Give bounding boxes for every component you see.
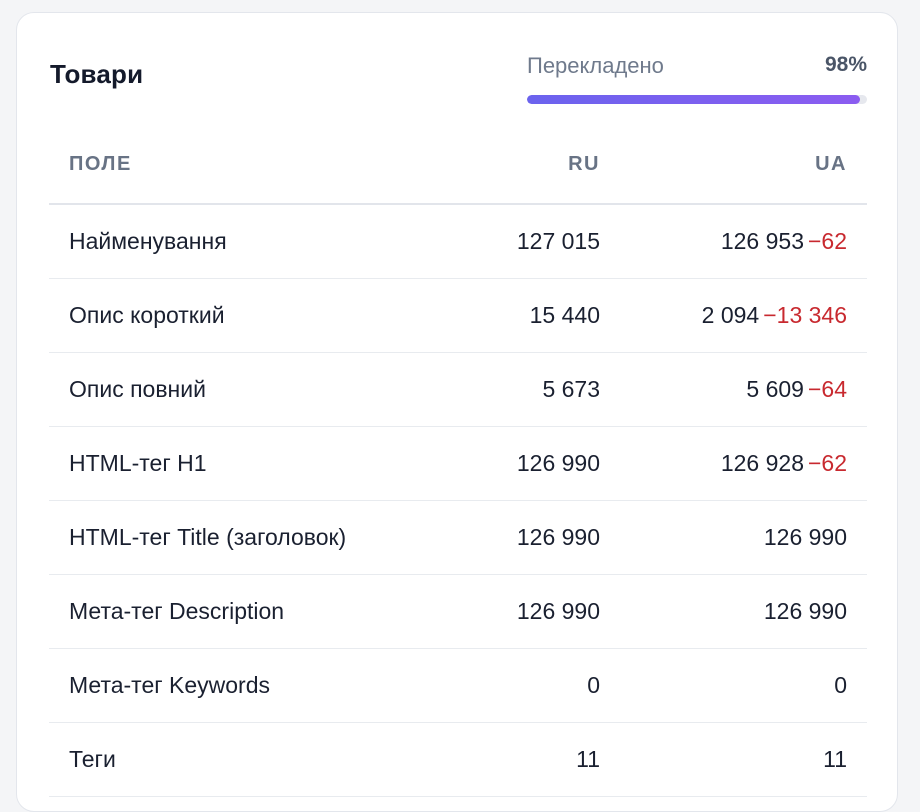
row-field-name: Теги (69, 746, 116, 772)
row-ua-cell: 126 953 −62 (721, 228, 847, 255)
table-row: Опис короткий 15 440 2 094 −13 346 (49, 279, 867, 353)
header-ru: RU (568, 153, 600, 175)
table-row: Опис повний 5 673 5 609 −64 (49, 353, 867, 427)
row-ru-count: 5 673 (542, 376, 600, 402)
row-field-name: Мета-тег Description (69, 598, 285, 624)
row-ua-count: 2 094 (701, 302, 760, 328)
row-ua-count: 5 609 (746, 376, 804, 402)
table-row: Найменування 127 015 126 953 −62 (49, 205, 867, 279)
table-row: Теги 11 11 (49, 723, 867, 797)
row-field-name: Опис короткий (69, 302, 225, 328)
row-ua-cell: 126 990 (764, 598, 847, 625)
row-ua-count: 0 (834, 672, 847, 698)
table-row: Мета-тег Description 126 990 126 990 (49, 575, 867, 649)
row-ua-cell: 0 (834, 672, 847, 699)
table-header: ПОЛЕ RU UA (49, 133, 867, 205)
row-field-name: HTML-тег Title (заголовок) (69, 524, 347, 550)
row-ru-count: 126 990 (516, 524, 600, 550)
row-ua-cell: 2 094 −13 346 (702, 302, 847, 329)
row-ua-diff: −13 346 (763, 302, 847, 328)
progress-fill (527, 95, 861, 104)
row-field-name: Найменування (69, 228, 227, 254)
table-row: HTML-тег Title (заголовок) 126 990 126 990 (49, 501, 867, 575)
row-ua-cell: 5 609 −64 (746, 376, 847, 403)
row-ua-count: 126 928 (720, 450, 804, 476)
card-title: Товари (50, 59, 144, 89)
progress-value: 98% (824, 53, 867, 76)
row-ua-cell: 126 990 (764, 524, 847, 551)
row-ru-count: 126 990 (516, 598, 600, 624)
row-ua-count: 126 990 (763, 524, 847, 550)
row-field-name: HTML-тег H1 (69, 450, 207, 476)
fields-table: ПОЛЕ RU UA Найменування 127 015 126 953 −62… (49, 133, 867, 797)
row-ru-count: 11 (576, 746, 600, 772)
row-ua-diff: −62 (807, 228, 847, 254)
header-field: ПОЛЕ (69, 153, 132, 175)
row-field-name: Мета-тег Keywords (69, 672, 271, 698)
row-ru-count: 15 440 (529, 302, 600, 328)
row-ru-count: 127 015 (516, 228, 600, 254)
table-body: Найменування 127 015 126 953 −62 Опис коротк… (49, 205, 867, 797)
header-ua: UA (815, 153, 847, 175)
row-ua-cell: 11 (823, 746, 847, 773)
table-row: HTML-тег H1 126 990 126 928 −62 (49, 427, 867, 501)
row-ua-cell: 126 928 −62 (721, 450, 847, 477)
row-ru-count: 0 (587, 672, 600, 698)
row-ua-diff: −62 (807, 450, 847, 476)
row-ua-diff: −64 (807, 376, 847, 402)
table-row: Мета-тег Keywords 0 0 (49, 649, 867, 723)
row-ru-count: 126 990 (516, 450, 600, 476)
row-ua-count: 126 990 (763, 598, 847, 624)
products-card: Товари Перекладено 98% ПОЛЕ RU UA Наймен… (16, 12, 898, 812)
row-ua-count: 11 (823, 746, 847, 772)
row-field-name: Опис повний (69, 376, 206, 402)
row-ua-count: 126 953 (720, 228, 804, 254)
progress-track (527, 95, 867, 104)
progress-label: Перекладено (527, 53, 664, 78)
